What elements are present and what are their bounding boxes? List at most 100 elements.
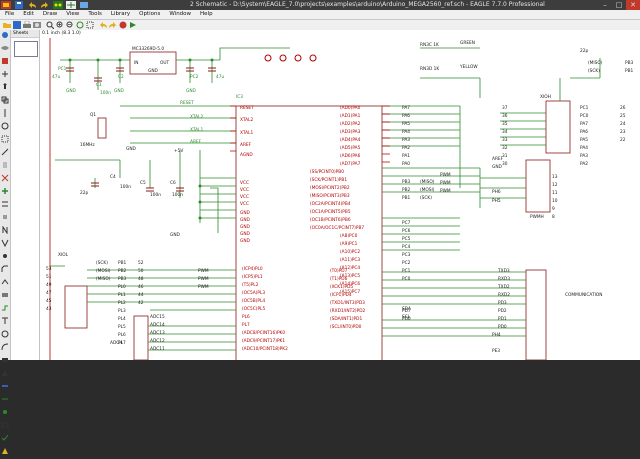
schematic-label: 33: [502, 137, 508, 143]
schematic-label: 9: [552, 206, 555, 212]
mirror-icon[interactable]: [1, 109, 9, 117]
menu-edit[interactable]: Edit: [18, 10, 38, 19]
menu-view[interactable]: View: [61, 10, 83, 19]
value-icon[interactable]: [1, 239, 9, 248]
open-icon[interactable]: [3, 21, 11, 29]
menu-file[interactable]: File: [0, 10, 18, 19]
name-icon[interactable]: [1, 225, 9, 235]
menu-draw[interactable]: Draw: [38, 10, 61, 19]
mark-icon[interactable]: [1, 70, 9, 78]
rect-icon[interactable]: [1, 356, 9, 364]
zoom-select-icon[interactable]: [86, 21, 94, 29]
show-icon[interactable]: [1, 44, 9, 52]
close-button[interactable]: ✕: [626, 0, 640, 10]
schematic-icon[interactable]: [65, 0, 77, 10]
undo-toolbar-icon[interactable]: [99, 21, 107, 29]
layers-icon[interactable]: [78, 0, 90, 10]
move-icon[interactable]: [1, 83, 9, 91]
polygon-icon[interactable]: [1, 369, 9, 377]
arc-icon[interactable]: [1, 343, 9, 351]
redo-toolbar-icon[interactable]: [109, 21, 117, 29]
schematic-label: (OC5A)PL3: [242, 290, 265, 296]
save-file-icon[interactable]: [13, 21, 21, 29]
schematic-drawing[interactable]: MC33269D-5.0IN OUTGNDPC1PC2C1C247u100n47u…: [40, 38, 640, 360]
schematic-label: (ICP1)PD4: [330, 292, 352, 298]
schematic-label: PA5: [580, 137, 588, 143]
schematic-label: (ADC10/PCINT18)PK2: [242, 346, 288, 352]
schematic-label: 22p: [80, 190, 88, 196]
schematic-label: 37: [502, 105, 508, 111]
zoom-in-icon[interactable]: [56, 21, 64, 29]
net-icon[interactable]: [1, 395, 9, 403]
display-icon[interactable]: [1, 57, 9, 65]
schematic-label: AREF: [240, 142, 252, 148]
errors-icon[interactable]: [1, 447, 9, 455]
schematic-label: 13: [552, 174, 558, 180]
menu-options[interactable]: Options: [134, 10, 164, 19]
group-icon[interactable]: [1, 135, 9, 143]
board-icon[interactable]: [52, 0, 64, 10]
schematic-label: 46: [138, 284, 144, 290]
schematic-label: GREEN: [460, 40, 475, 46]
schematic-label: GND: [492, 164, 503, 170]
smash-icon[interactable]: [1, 252, 9, 260]
schematic-label: PC2: [402, 260, 411, 266]
undo-icon[interactable]: [26, 0, 38, 10]
schematic-label: PA0: [402, 161, 410, 167]
menu-help[interactable]: Help: [195, 10, 217, 19]
rotate-icon[interactable]: [1, 122, 9, 130]
delete-icon[interactable]: [1, 174, 9, 182]
copy-icon[interactable]: [1, 96, 9, 104]
junction-icon[interactable]: [1, 408, 9, 416]
wire-icon[interactable]: [1, 304, 9, 312]
add-icon[interactable]: [1, 187, 9, 195]
go-icon[interactable]: [129, 21, 137, 29]
pinswap-icon[interactable]: [1, 200, 9, 208]
redraw-icon[interactable]: [76, 21, 84, 29]
schematic-label: GND: [240, 217, 251, 223]
schematic-label: PL3: [118, 308, 126, 314]
minimize-button[interactable]: –: [598, 0, 612, 10]
erc-icon[interactable]: [1, 434, 9, 442]
sheets-panel: Sheets: [11, 30, 40, 360]
miter-icon[interactable]: [1, 265, 9, 273]
schematic-label: GND: [240, 231, 251, 237]
menu-window[interactable]: Window: [164, 10, 195, 19]
schematic-canvas[interactable]: MC33269D-5.0 IN OUT GND PC1 PC2 C1 C2 47u 100n 47u…: [40, 38, 640, 360]
schematic-label: 30: [502, 161, 508, 167]
schematic-label: PA7: [580, 121, 588, 127]
sheet-thumbnail[interactable]: [14, 41, 38, 57]
schematic-label: PL6: [242, 314, 250, 320]
label-icon[interactable]: [1, 421, 9, 429]
schematic-label: (A9)PC1: [340, 241, 358, 247]
invoke-icon[interactable]: [1, 291, 9, 299]
stop-icon[interactable]: [119, 21, 127, 29]
schematic-label: (AD0)PA0: [340, 105, 361, 111]
schematic-label: PC2: [190, 74, 199, 80]
text-icon[interactable]: [1, 317, 9, 325]
info-icon[interactable]: [1, 31, 9, 39]
menu-tools[interactable]: Tools: [83, 10, 106, 19]
schematic-label: AREF: [190, 139, 202, 145]
print-icon[interactable]: [23, 21, 31, 29]
save-icon[interactable]: [13, 0, 25, 10]
cam-icon[interactable]: [33, 21, 41, 29]
redo-icon[interactable]: [39, 0, 51, 10]
schematic-label: PA3: [402, 137, 410, 143]
schematic-label: 11: [552, 190, 558, 196]
bus-icon[interactable]: [1, 382, 9, 390]
schematic-label: PL6: [118, 332, 126, 338]
zoom-out-icon[interactable]: [66, 21, 74, 29]
zoom-fit-icon[interactable]: [46, 21, 54, 29]
maximize-button[interactable]: □: [612, 0, 626, 10]
schematic-label: (TXD1/INT3)PD3: [330, 300, 365, 306]
change-icon[interactable]: [1, 148, 9, 156]
menu-library[interactable]: Library: [106, 10, 134, 19]
split-icon[interactable]: [1, 278, 9, 286]
schematic-label: PWM: [198, 268, 209, 274]
paste-icon[interactable]: [1, 161, 9, 169]
schematic-label: (ADC9/PCINT17)PK1: [242, 338, 285, 344]
circle-icon[interactable]: [1, 330, 9, 338]
replace-icon[interactable]: [1, 213, 9, 221]
schematic-label: 22: [620, 137, 626, 143]
